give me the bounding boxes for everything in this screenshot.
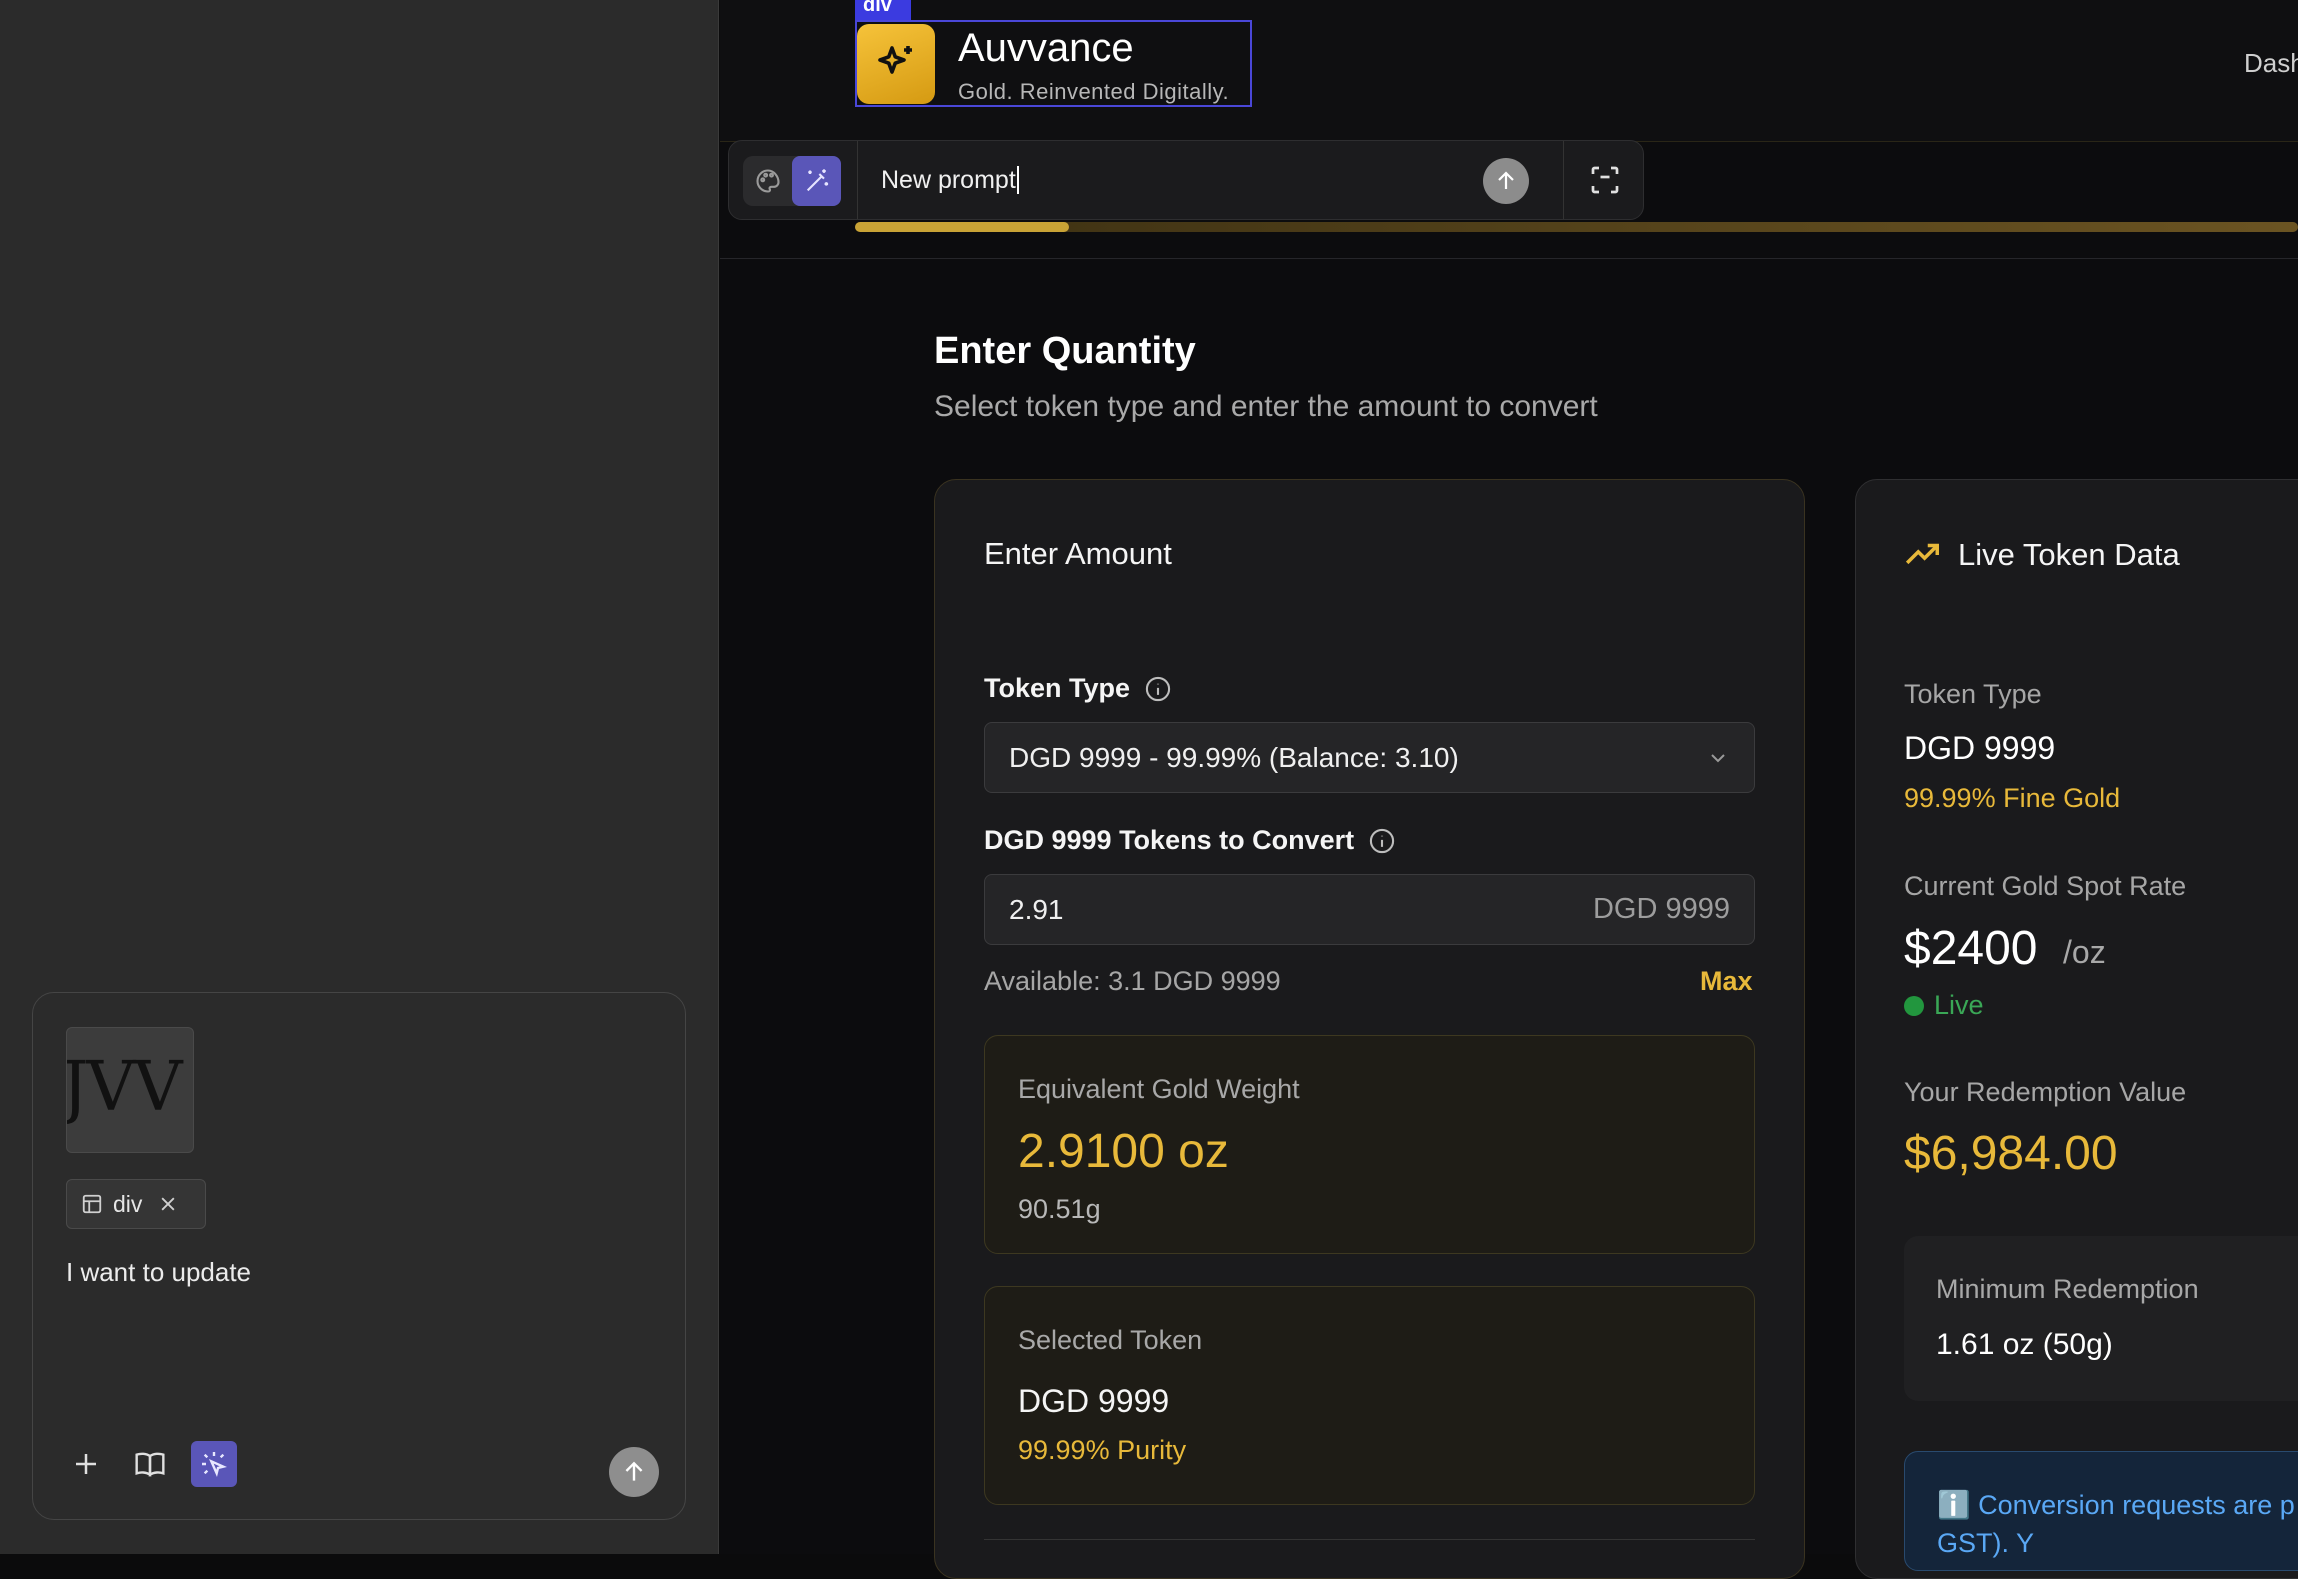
thumbnail-text: JVV [66, 1048, 182, 1127]
prompt-bar: New prompt [728, 140, 1644, 220]
chip-label: div [113, 1190, 143, 1217]
palette-icon[interactable] [743, 156, 792, 206]
conversion-notice: ℹ️ Conversion requests are p hours (9 AM… [1904, 1451, 2298, 1571]
token-type-selected: DGD 9999 - 99.99% (Balance: 3.10) [1009, 741, 1459, 773]
token-type-label: Token Type [984, 673, 1172, 704]
nav-dashboard-link[interactable]: Dash [2244, 48, 2298, 79]
chat-message-input[interactable]: I want to update [66, 1257, 251, 1288]
spot-rate-value: $2400 [1904, 922, 2038, 975]
box-icon [81, 1193, 103, 1215]
live-dot-icon [1904, 995, 1924, 1016]
prompt-send-button[interactable] [1483, 158, 1529, 204]
prompt-input-text: New prompt [881, 165, 1016, 194]
prompt-input[interactable]: New prompt [857, 141, 1457, 219]
page-subtitle: Select token type and enter the amount t… [934, 390, 1598, 423]
redemption-value: $6,984.00 [1904, 1127, 2118, 1180]
close-icon[interactable] [158, 1194, 178, 1214]
trending-up-icon [1904, 536, 1942, 574]
min-redemption-label: Minimum Redemption [1936, 1274, 2199, 1304]
gold-weight-value: 2.9100 oz [1018, 1125, 1229, 1178]
gold-weight-label: Equivalent Gold Weight [1018, 1074, 1300, 1104]
notice-text: ℹ️ Conversion requests are p hours (9 AM… [1937, 1490, 2298, 1558]
selected-token-label: Selected Token [1018, 1325, 1203, 1355]
live-token-type-value: DGD 9999 [1904, 730, 2056, 766]
chat-send-button[interactable] [609, 1447, 659, 1497]
live-indicator: Live [1904, 990, 1984, 1021]
screenshot-icon[interactable] [1587, 162, 1623, 198]
token-type-label-text: Token Type [984, 673, 1131, 703]
card-title: Enter Amount [984, 536, 1172, 571]
selection-tag: div [855, 0, 911, 20]
chat-composer: JVV div I want to update [32, 992, 686, 1520]
gold-weight-grams: 90.51g [1018, 1194, 1101, 1224]
prompt-divider [1563, 141, 1564, 219]
magic-wand-icon[interactable] [792, 156, 841, 206]
live-card-title: Live Token Data [1958, 537, 2180, 572]
cursor-click-icon[interactable] [191, 1441, 237, 1487]
mode-toggle [743, 156, 841, 206]
available-balance: Available: 3.1 DGD 9999 [984, 966, 1281, 996]
header-divider [720, 258, 2298, 259]
spot-rate-unit: /oz [2063, 934, 2106, 970]
brand-tagline: Gold. Reinvented Digitally. [958, 79, 1230, 104]
context-chip[interactable]: div [66, 1179, 206, 1229]
spot-rate-label: Current Gold Spot Rate [1904, 871, 2187, 901]
sparkle-icon [857, 24, 935, 104]
live-token-type-label: Token Type [1904, 679, 2042, 709]
chat-panel: JVV div I want to update [0, 0, 719, 1554]
min-redemption-value: 1.61 oz (50g) [1936, 1328, 2113, 1361]
info-icon[interactable] [1144, 675, 1172, 703]
text-caret [1016, 166, 1019, 194]
live-token-fineness: 99.99% Fine Gold [1904, 783, 2121, 813]
minimum-redemption-card: Minimum Redemption 1.61 oz (50g) [1904, 1236, 2298, 1401]
quantity-unit: DGD 9999 [1592, 893, 1730, 925]
quantity-input[interactable]: 2.91 DGD 9999 [984, 874, 1755, 945]
live-card-header: Live Token Data [1904, 536, 2180, 574]
brand-name[interactable]: Auvvance [958, 26, 1134, 71]
progress-fill [855, 222, 1069, 232]
chat-toolbar [63, 1441, 237, 1487]
selected-token-purity: 99.99% Purity [1018, 1435, 1187, 1465]
convert-label-text: DGD 9999 Tokens to Convert [984, 825, 1355, 855]
max-button[interactable]: Max [1700, 966, 1753, 997]
progress-bar [855, 222, 2298, 232]
book-icon[interactable] [127, 1441, 173, 1487]
selected-token-name: DGD 9999 [1018, 1383, 1170, 1419]
selected-token-card: Selected Token DGD 9999 99.99% Purity [984, 1286, 1755, 1505]
plus-icon[interactable] [63, 1441, 109, 1487]
chevron-down-icon [1706, 746, 1730, 770]
page-title: Enter Quantity [934, 330, 1196, 372]
convert-label: DGD 9999 Tokens to Convert [984, 825, 1396, 856]
attachment-thumbnail[interactable]: JVV [66, 1027, 194, 1153]
enter-amount-card: Enter Amount Token Type DGD 9999 - 99.99… [934, 479, 1805, 1579]
card-divider [984, 1539, 1755, 1540]
quantity-value: 2.91 [1009, 893, 1064, 925]
redemption-label: Your Redemption Value [1904, 1077, 2187, 1107]
token-type-select[interactable]: DGD 9999 - 99.99% (Balance: 3.10) [984, 722, 1755, 793]
live-token-data-card: Live Token Data Token Type DGD 9999 99.9… [1855, 479, 2298, 1579]
live-label: Live [1934, 990, 1984, 1020]
info-icon[interactable] [1368, 827, 1396, 855]
gold-weight-card: Equivalent Gold Weight 2.9100 oz 90.51g [984, 1035, 1755, 1254]
